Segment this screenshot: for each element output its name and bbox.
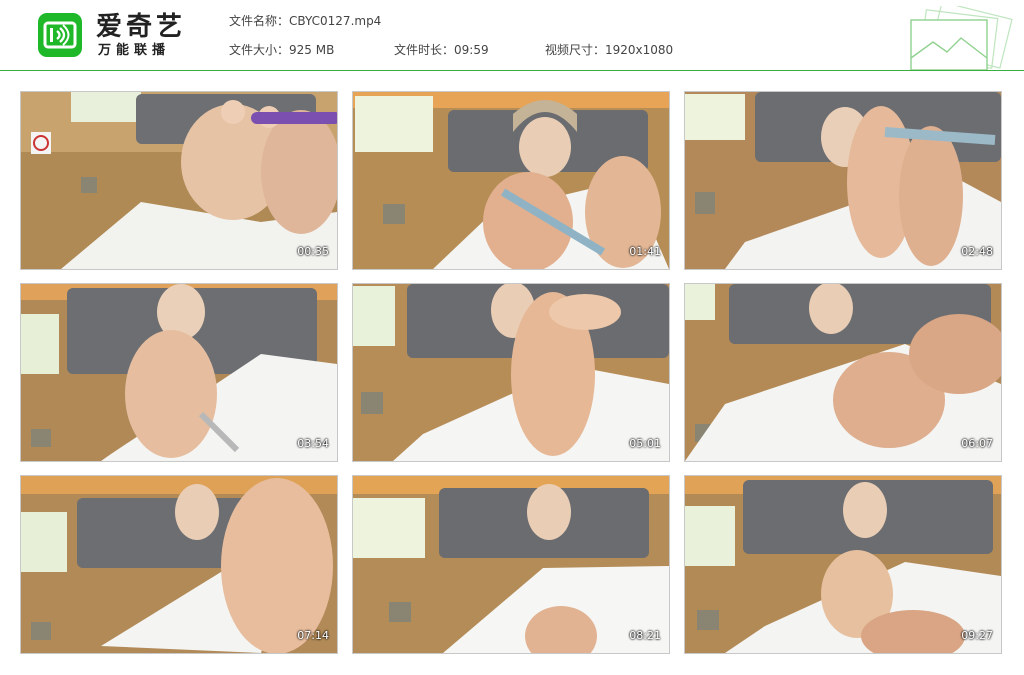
video-dimension-row: 视频尺寸：1920x1080 bbox=[545, 43, 673, 57]
iqiyi-logo-icon bbox=[38, 13, 82, 57]
thumbnail[interactable]: 07:14 bbox=[20, 475, 338, 654]
timestamp-label: 01:41 bbox=[629, 245, 661, 258]
file-size-value: 925 MB bbox=[289, 43, 335, 57]
thumbnail[interactable]: 01:41 bbox=[352, 91, 670, 270]
timestamp-label: 00:35 bbox=[297, 245, 329, 258]
video-frame-image bbox=[21, 284, 337, 461]
file-duration-value: 09:59 bbox=[454, 43, 489, 57]
video-dimension-label: 视频尺寸： bbox=[545, 43, 606, 57]
file-size-row: 文件大小：925 MB bbox=[229, 43, 334, 57]
thumbnail[interactable]: 05:01 bbox=[352, 283, 670, 462]
picture-stack-icon bbox=[910, 6, 1013, 70]
thumbnail[interactable]: 02:48 bbox=[684, 91, 1002, 270]
video-dimension-value: 1920x1080 bbox=[605, 43, 674, 57]
brand-subtitle: 万能联播 bbox=[98, 43, 171, 58]
file-duration-label: 文件时长： bbox=[394, 43, 455, 57]
thumbnail[interactable]: 06:07 bbox=[684, 283, 1002, 462]
video-frame-image bbox=[21, 476, 337, 653]
header: 爱奇艺 万能联播 文件名称：CBYC0127.mp4 文件大小：925 MB 文… bbox=[0, 0, 1024, 70]
header-divider bbox=[0, 70, 1024, 71]
video-frame-image bbox=[685, 284, 1001, 461]
file-size-label: 文件大小： bbox=[229, 43, 290, 57]
file-duration-row: 文件时长：09:59 bbox=[394, 43, 489, 57]
file-name-label: 文件名称： bbox=[229, 14, 290, 28]
timestamp-label: 06:07 bbox=[961, 437, 993, 450]
video-frame-image bbox=[685, 92, 1001, 269]
file-name-value: CBYC0127.mp4 bbox=[289, 14, 382, 28]
file-name-row: 文件名称：CBYC0127.mp4 bbox=[229, 14, 381, 28]
thumbnail[interactable]: 08:21 bbox=[352, 475, 670, 654]
thumbnail[interactable]: 09:27 bbox=[684, 475, 1002, 654]
thumbnail[interactable]: 03:54 bbox=[20, 283, 338, 462]
thumbnail[interactable]: 00:35 bbox=[20, 91, 338, 270]
video-frame-image bbox=[353, 284, 669, 461]
timestamp-label: 02:48 bbox=[961, 245, 993, 258]
timestamp-label: 03:54 bbox=[297, 437, 329, 450]
timestamp-label: 05:01 bbox=[629, 437, 661, 450]
video-frame-image bbox=[21, 92, 337, 269]
video-frame-image bbox=[353, 92, 669, 269]
brand-name: 爱奇艺 bbox=[96, 12, 187, 42]
timestamp-label: 08:21 bbox=[629, 629, 661, 642]
timestamp-label: 07:14 bbox=[297, 629, 329, 642]
timestamp-label: 09:27 bbox=[961, 629, 993, 642]
video-frame-image bbox=[353, 476, 669, 653]
video-frame-image bbox=[685, 476, 1001, 653]
